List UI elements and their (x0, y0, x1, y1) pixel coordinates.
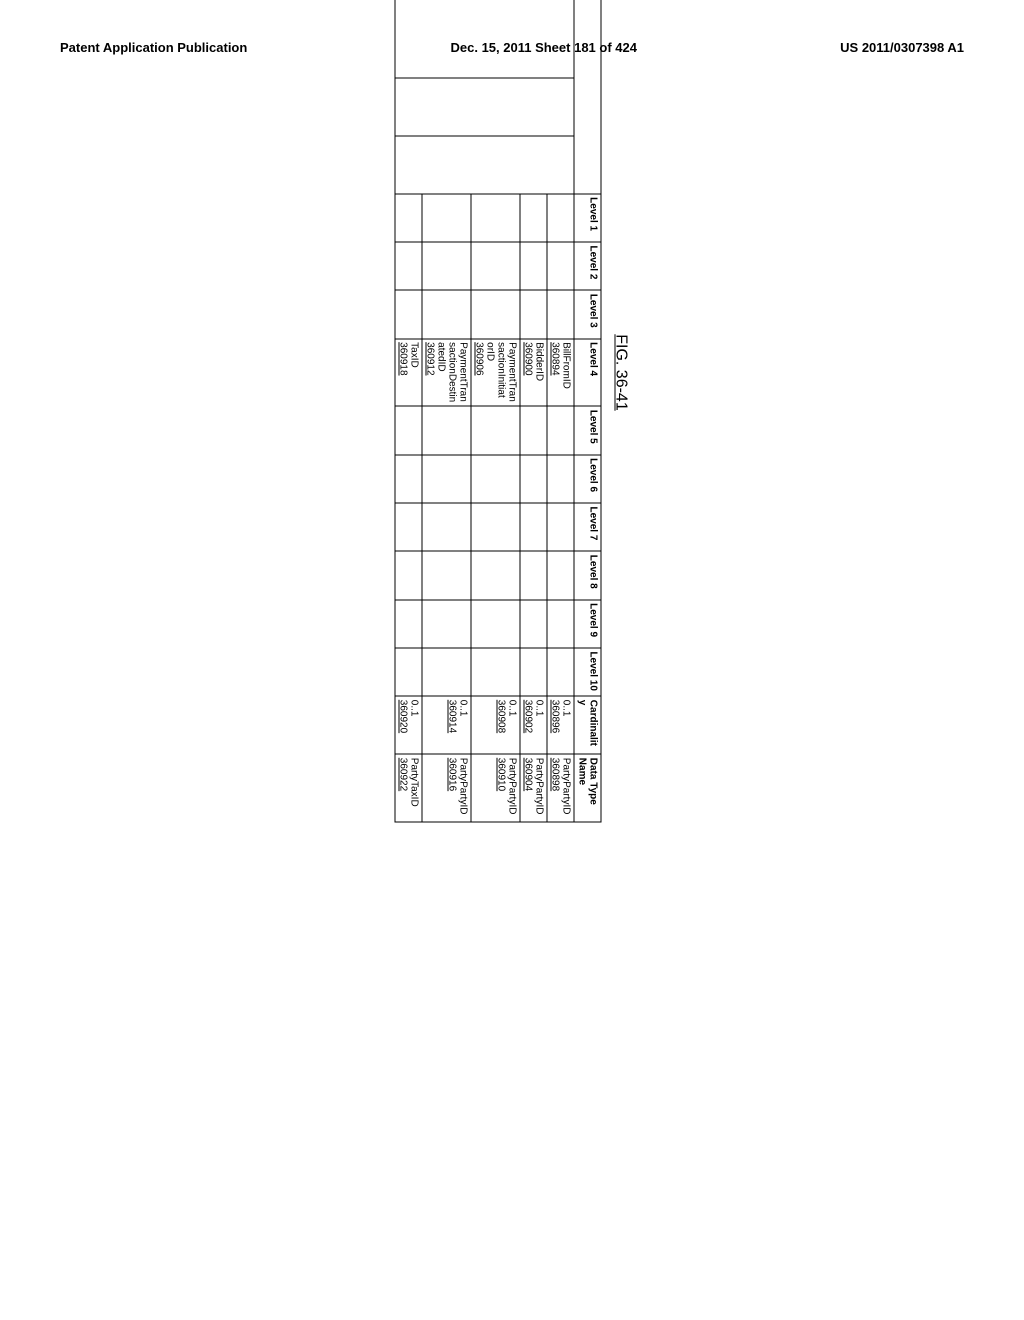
figure-label: FIG. 36-41 (612, 0, 630, 823)
th-level2: Level 2 (574, 242, 601, 290)
figure-area: FIG. 36-41 Package Level 1 Level 2 Level… (395, 0, 630, 823)
header-right: US 2011/0307398 A1 (840, 40, 964, 55)
cell-cardinality: 0..1360896 (547, 696, 574, 754)
table-header-row: Package Level 1 Level 2 Level 3 Level 4 … (574, 0, 601, 822)
data-table: Package Level 1 Level 2 Level 3 Level 4 … (395, 0, 602, 823)
th-cardinality: Cardinality (574, 696, 601, 754)
cell-level4: PaymentTransactionDestinatedID360912 (422, 339, 471, 407)
cell-level4: BidderID360900 (520, 339, 547, 407)
th-level8: Level 8 (574, 551, 601, 599)
cell-cardinality: 0..1360902 (520, 696, 547, 754)
cell-level4: PaymentTransactionInitiatorID360906 (471, 339, 520, 407)
cell-datatype: PartyPartyID360898 (547, 754, 574, 822)
th-level4: Level 4 (574, 339, 601, 407)
cell-level4: TaxID360918 (395, 339, 422, 407)
th-level1: Level 1 (574, 194, 601, 242)
th-level7: Level 7 (574, 503, 601, 551)
th-level10: Level 10 (574, 648, 601, 696)
cell-datatype: PartyPartyID360904 (520, 754, 547, 822)
th-datatype: Data Type Name (574, 754, 601, 822)
th-level9: Level 9 (574, 600, 601, 648)
th-level6: Level 6 (574, 455, 601, 503)
th-level5: Level 5 (574, 406, 601, 454)
cell-cardinality: 0..1360914 (422, 696, 471, 754)
th-package: Package (574, 0, 601, 194)
table-body: BillFromID360894 0..1360896 PartyPartyID… (395, 0, 574, 822)
cell-datatype: PartyPartyID360910 (471, 754, 520, 822)
cell-datatype: PartyPartyID360916 (422, 754, 471, 822)
th-level3: Level 3 (574, 290, 601, 338)
cell-level4: BillFromID360894 (547, 339, 574, 407)
cell-cardinality: 0..1360920 (395, 696, 422, 754)
cell-cardinality: 0..1360908 (471, 696, 520, 754)
cell-datatype: PartyTaxID360922 (395, 754, 422, 822)
table-row: BillFromID360894 0..1360896 PartyPartyID… (547, 0, 574, 822)
header-left: Patent Application Publication (60, 40, 247, 55)
